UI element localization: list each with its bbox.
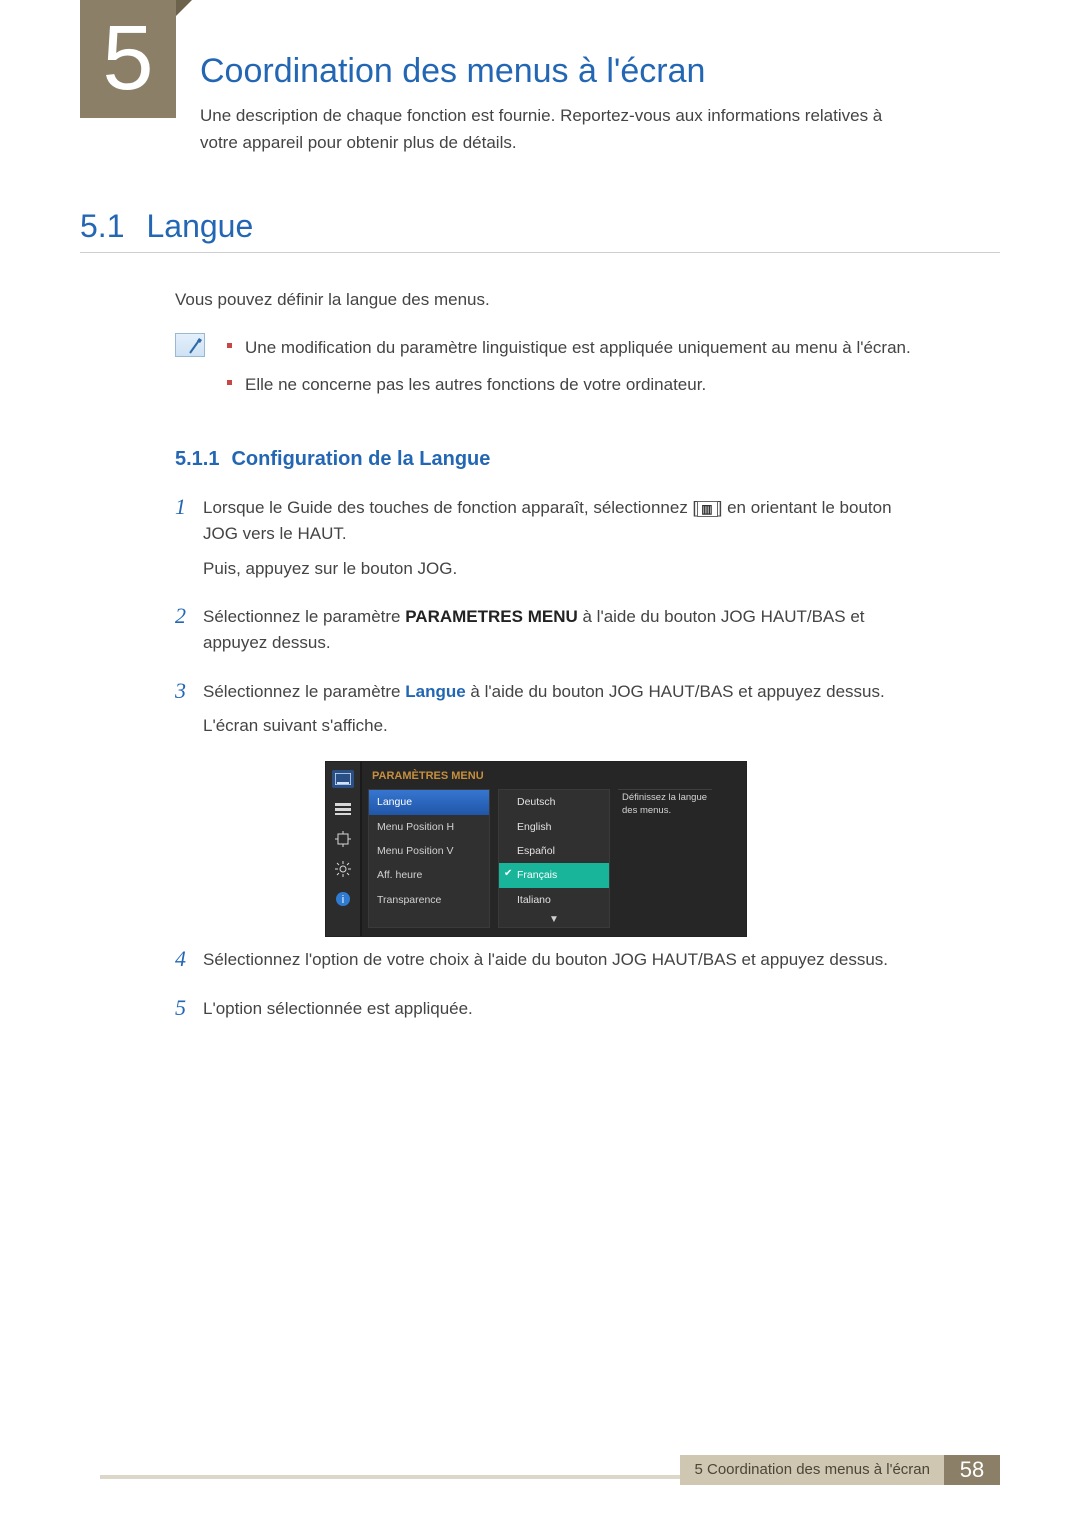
step-item: 5 L'option sélectionnée est appliquée. [175,996,925,1030]
osd-option-column: Deutsch English Español Français Italian… [498,789,610,928]
subsection-number: 5.1.1 [175,448,219,470]
divider [80,252,1000,253]
osd-panel: i PARAMÈTRES MENU Langue Menu Position H… [325,761,747,937]
section-intro: Vous pouvez définir la langue des menus. [175,287,925,313]
note-item: Elle ne concerne pas les autres fonction… [225,372,925,398]
osd-menu-item: Aff. heure [369,863,489,887]
section-title: Langue [146,208,253,244]
footer-page-number: 58 [944,1455,1000,1485]
menu-grid-icon: ▥ [697,501,717,517]
osd-menu-item: Menu Position V [369,839,489,863]
osd-option-item: Italiano [499,888,609,912]
step-item: 1 Lorsque le Guide des touches de foncti… [175,495,925,590]
position-tab-icon [332,830,354,848]
subsection-heading: 5.1.1 Configuration de la Langue [175,444,925,475]
step-item: 4 Sélectionnez l'option de votre choix à… [175,947,925,981]
osd-title: PARAMÈTRES MENU [368,766,740,787]
bold-label: PARAMETRES MENU [405,607,578,626]
step-text: Sélectionnez le paramètre PARAMETRES MEN… [203,604,925,665]
page-footer: 5 Coordination des menus à l'écran 58 [80,1455,1000,1485]
step-number: 3 [175,679,203,748]
section-heading: 5.1 Langue [80,208,253,245]
list-tab-icon [332,800,354,818]
step-list: 1 Lorsque le Guide des touches de foncti… [175,495,925,1030]
osd-option-item: English [499,815,609,839]
step-number: 5 [175,996,203,1030]
section-number: 5.1 [80,208,124,244]
step-number: 4 [175,947,203,981]
step-item: 2 Sélectionnez le paramètre PARAMETRES M… [175,604,925,665]
step-text: Sélectionnez le paramètre Langue à l'aid… [203,679,925,748]
footer-chapter-label: 5 Coordination des menus à l'écran [680,1455,944,1485]
note-list: Une modification du paramètre linguistiq… [225,331,925,408]
osd-menu-item: Menu Position H [369,815,489,839]
osd-option-item: Español [499,839,609,863]
document-page: 5 Coordination des menus à l'écran Une d… [0,0,1080,1527]
osd-menu-list: Langue Menu Position H Menu Position V A… [368,789,490,928]
osd-tab-bar: i [326,762,362,936]
chapter-description: Une description de chaque fonction est f… [200,102,920,156]
step-number: 1 [175,495,203,590]
osd-menu-item: Langue [369,790,489,814]
note-item: Une modification du paramètre linguistiq… [225,335,925,361]
step-number: 2 [175,604,203,665]
osd-option-item-selected: Français [499,863,609,887]
osd-screenshot: i PARAMÈTRES MENU Langue Menu Position H… [325,761,925,937]
note-block: Une modification du paramètre linguistiq… [175,331,925,408]
body-content: Vous pouvez définir la langue des menus.… [175,270,925,1044]
osd-option-list: Deutsch English Español Français Italian… [498,789,610,928]
step-text: Sélectionnez l'option de votre choix à l… [203,947,925,981]
step-text: L'option sélectionnée est appliquée. [203,996,925,1030]
step-item: 3 Sélectionnez le paramètre Langue à l'a… [175,679,925,748]
bold-label: Langue [405,682,465,701]
note-icon [175,333,205,357]
osd-help-text: Définissez la langue des menus. [618,789,712,817]
osd-main: PARAMÈTRES MENU Langue Menu Position H M… [362,762,746,936]
footer-rule [100,1475,770,1479]
scroll-down-icon: ▼ [499,912,609,928]
osd-help-column: Définissez la langue des menus. [618,789,712,928]
info-tab-icon: i [332,890,354,908]
osd-option-item: Deutsch [499,790,609,814]
subsection-title: Configuration de la Langue [231,448,490,470]
chapter-number: 5 [80,12,176,104]
picture-tab-icon [332,770,354,788]
settings-tab-icon [332,860,354,878]
chapter-title: Coordination des menus à l'écran [200,52,705,91]
chapter-ribbon: 5 [80,0,176,118]
svg-text:i: i [342,894,344,906]
osd-menu-item: Transparence [369,888,489,912]
step-text: Lorsque le Guide des touches de fonction… [203,495,925,590]
